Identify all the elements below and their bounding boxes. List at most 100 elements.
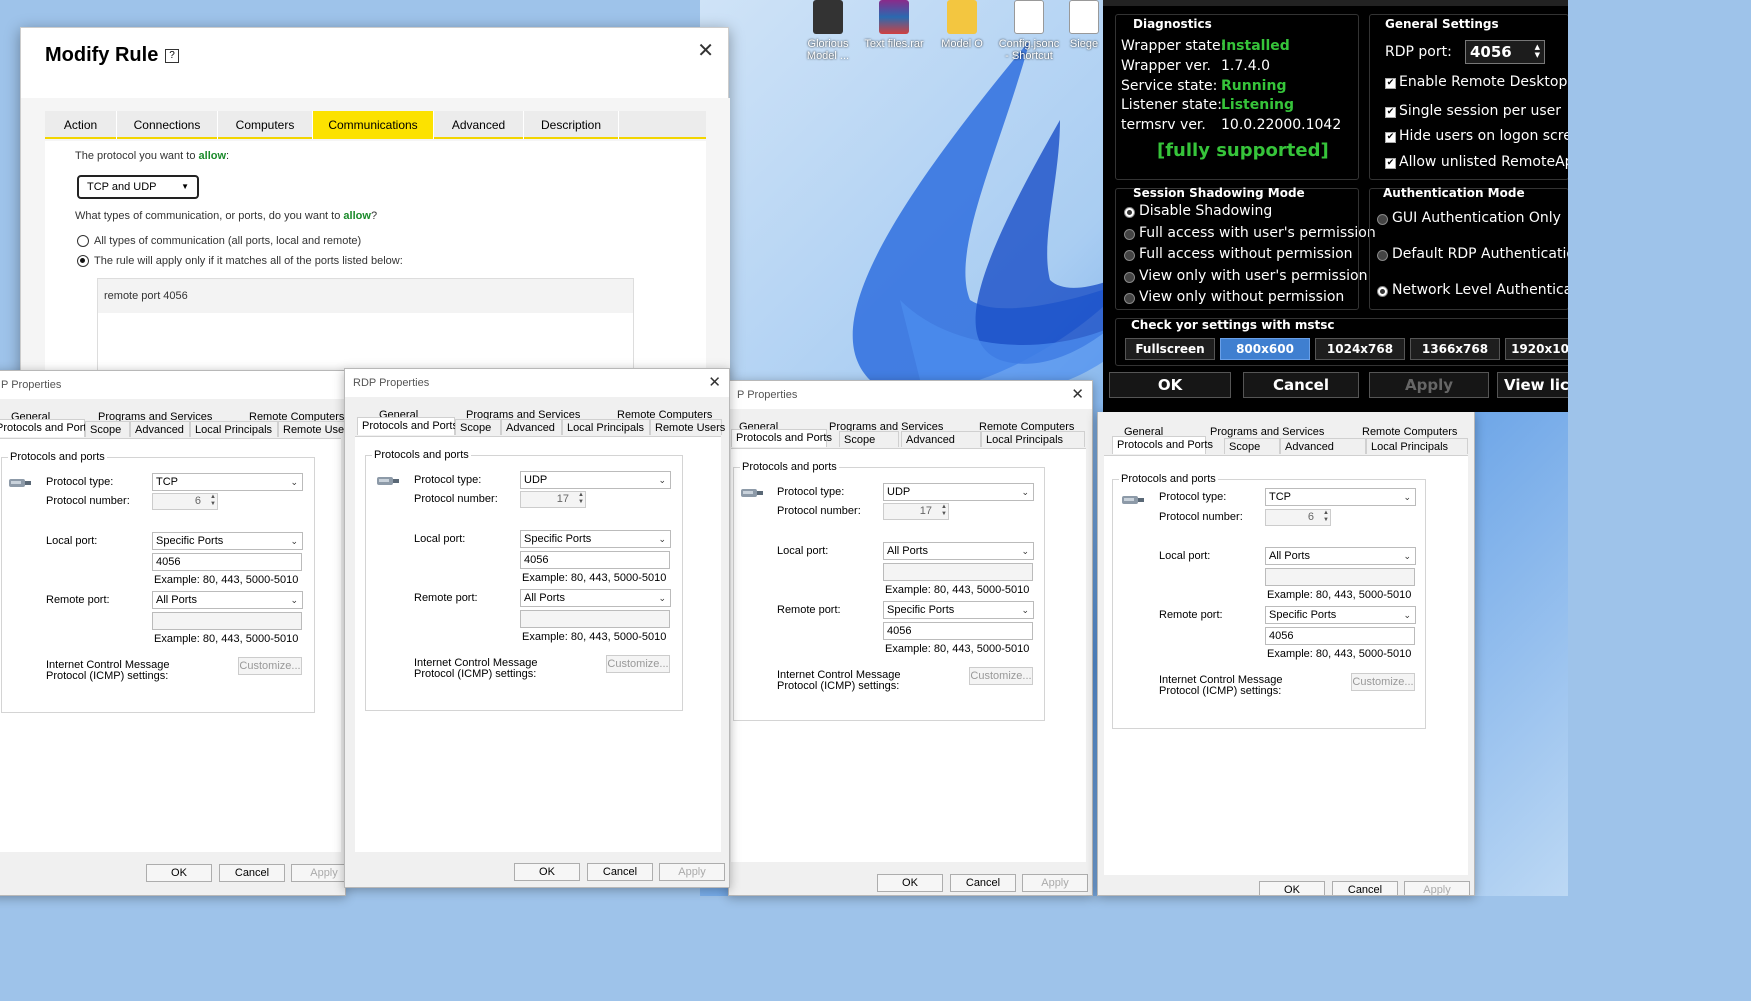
radio-specific-ports[interactable] [77, 255, 89, 267]
protocol-number-spinner[interactable]: 17 ▲ ▼ [883, 503, 949, 520]
tab-advanced[interactable]: Advanced [501, 419, 562, 435]
close-icon[interactable]: ✕ [708, 369, 721, 397]
remote-port-select[interactable]: Specific Ports ⌄ [883, 601, 1034, 619]
tab-advanced[interactable]: Advanced [130, 421, 190, 437]
tab-scope[interactable]: Scope [839, 431, 899, 447]
shadow-disable-radio[interactable] [1124, 207, 1135, 218]
rdp-port-input[interactable]: 4056 ▲ ▼ [1465, 40, 1545, 64]
remote-port-input[interactable]: 4056 [1265, 627, 1415, 645]
tab-local-principals[interactable]: Local Principals [981, 431, 1085, 447]
shadow-view-permission-radio[interactable] [1124, 272, 1135, 283]
remote-port-select[interactable]: All Ports ⌄ [520, 589, 671, 607]
local-port-input[interactable]: 4056 [152, 553, 302, 571]
tab-action[interactable]: Action [45, 111, 117, 139]
single-session-checkbox[interactable]: ✔ [1385, 107, 1396, 118]
enable-remote-checkbox[interactable]: ✔ [1385, 78, 1396, 89]
cancel-button[interactable]: Cancel [1243, 372, 1359, 398]
protocol-number-spinner[interactable]: 6 ▲ ▼ [152, 493, 218, 510]
local-port-select[interactable]: Specific Ports ⌄ [152, 532, 303, 550]
port-list-item[interactable]: remote port 4056 [98, 279, 633, 313]
desktop-icon-siege[interactable]: Siege [1064, 0, 1104, 50]
tab-protocols-ports[interactable]: Protocols and Ports [357, 417, 458, 435]
local-port-input[interactable]: 4056 [520, 551, 670, 569]
protocol-type-select[interactable]: TCP ⌄ [152, 473, 303, 491]
tab-description[interactable]: Description [524, 111, 619, 139]
protocol-type-select[interactable]: UDP ⌄ [883, 483, 1034, 501]
tab-protocols-ports[interactable]: Protocols and Ports [1112, 436, 1213, 454]
ok-button[interactable]: OK [514, 863, 580, 881]
remote-port-input[interactable]: 4056 [883, 622, 1033, 640]
tab-local-principals[interactable]: Local Principals [190, 421, 278, 437]
local-port-input[interactable] [1265, 568, 1415, 586]
cancel-button[interactable]: Cancel [1332, 881, 1398, 895]
local-port-select[interactable]: Specific Ports ⌄ [520, 530, 671, 548]
desktop-icon-textfiles[interactable]: Text files.rar [862, 0, 926, 50]
remote-port-input[interactable] [520, 610, 670, 628]
check-fullscreen-button[interactable]: Fullscreen [1125, 338, 1215, 360]
tab-advanced[interactable]: Advanced [901, 431, 981, 447]
desktop-icon-model-o[interactable]: Model O [930, 0, 994, 50]
tab-scope[interactable]: Scope [85, 421, 130, 437]
check-1024x768-button[interactable]: 1024x768 [1315, 338, 1405, 360]
tab-computers[interactable]: Computers [218, 111, 313, 139]
tab-protocols-ports[interactable]: Protocols and Ports [0, 419, 92, 437]
apply-button[interactable]: Apply [291, 864, 345, 882]
desktop-icon-glorious[interactable]: Glorious Model ... [796, 0, 860, 62]
shadow-view-nopermission-radio[interactable] [1124, 293, 1135, 304]
remote-port-select[interactable]: All Ports ⌄ [152, 591, 303, 609]
ok-button[interactable]: OK [1259, 881, 1325, 895]
tab-connections[interactable]: Connections [117, 111, 218, 139]
tab-remote-users[interactable]: Remote Users [650, 419, 725, 435]
close-icon[interactable]: ✕ [1071, 381, 1084, 409]
customize-button[interactable]: Customize... [606, 655, 670, 673]
apply-button[interactable]: Apply [1022, 874, 1088, 892]
protocol-number-spinner[interactable]: 17 ▲ ▼ [520, 491, 586, 508]
local-port-select[interactable]: All Ports ⌄ [1265, 547, 1416, 565]
allow-unlisted-checkbox[interactable]: ✔ [1385, 158, 1396, 169]
tab-communications[interactable]: Communications [313, 111, 434, 139]
view-license-button[interactable]: View license [1497, 372, 1568, 398]
protocol-type-select[interactable]: TCP ⌄ [1265, 488, 1416, 506]
shadow-full-permission-radio[interactable] [1124, 229, 1135, 240]
customize-button[interactable]: Customize... [238, 657, 302, 675]
customize-button[interactable]: Customize... [1351, 673, 1415, 691]
hide-users-checkbox[interactable]: ✔ [1385, 132, 1396, 143]
check-1366x768-button[interactable]: 1366x768 [1410, 338, 1500, 360]
apply-button[interactable]: Apply [1404, 881, 1470, 895]
apply-button[interactable]: Apply [659, 863, 725, 881]
tab-scope[interactable]: Scope [455, 419, 501, 435]
cancel-button[interactable]: Cancel [950, 874, 1016, 892]
auth-nla-radio[interactable] [1377, 286, 1388, 297]
cancel-button[interactable]: Cancel [219, 864, 285, 882]
auth-gui-radio[interactable] [1377, 214, 1388, 225]
protocol-dropdown[interactable]: TCP and UDP ▼ [77, 175, 199, 199]
protocol-number-spinner[interactable]: 6 ▲ ▼ [1265, 509, 1331, 526]
check-800x600-button[interactable]: 800x600 [1220, 338, 1310, 360]
remote-port-input[interactable] [152, 612, 302, 630]
remote-port-select[interactable]: Specific Ports ⌄ [1265, 606, 1416, 624]
help-icon[interactable]: ? [165, 49, 179, 63]
ok-button[interactable]: OK [877, 874, 943, 892]
spinner-arrows-icon[interactable]: ▲ ▼ [1535, 43, 1540, 59]
radio-all-ports[interactable] [77, 235, 89, 247]
desktop-icon-config[interactable]: Config.jsonc - Shortcut [997, 0, 1061, 62]
tab-protocols-ports[interactable]: Protocols and Ports [731, 429, 832, 447]
tab-local-principals[interactable]: Local Principals [1366, 438, 1468, 454]
apply-button[interactable]: Apply [1369, 372, 1489, 398]
shadow-full-nopermission-radio[interactable] [1124, 250, 1135, 261]
check-1920-button[interactable]: 1920x10 [1505, 338, 1568, 360]
local-port-input[interactable] [883, 563, 1033, 581]
protocol-type-select[interactable]: UDP ⌄ [520, 471, 671, 489]
ok-button[interactable]: OK [146, 864, 212, 882]
auth-default-radio[interactable] [1377, 250, 1388, 261]
tab-advanced[interactable]: Advanced [434, 111, 524, 139]
tab-scope[interactable]: Scope [1224, 438, 1280, 454]
tab-local-principals[interactable]: Local Principals [562, 419, 650, 435]
ok-button[interactable]: OK [1109, 372, 1231, 398]
customize-button[interactable]: Customize... [969, 667, 1033, 685]
tab-advanced[interactable]: Advanced [1280, 438, 1366, 454]
tab-remote-users[interactable]: Remote Users [278, 421, 345, 437]
cancel-button[interactable]: Cancel [587, 863, 653, 881]
local-port-select[interactable]: All Ports ⌄ [883, 542, 1034, 560]
close-button[interactable]: ✕ [697, 38, 714, 63]
